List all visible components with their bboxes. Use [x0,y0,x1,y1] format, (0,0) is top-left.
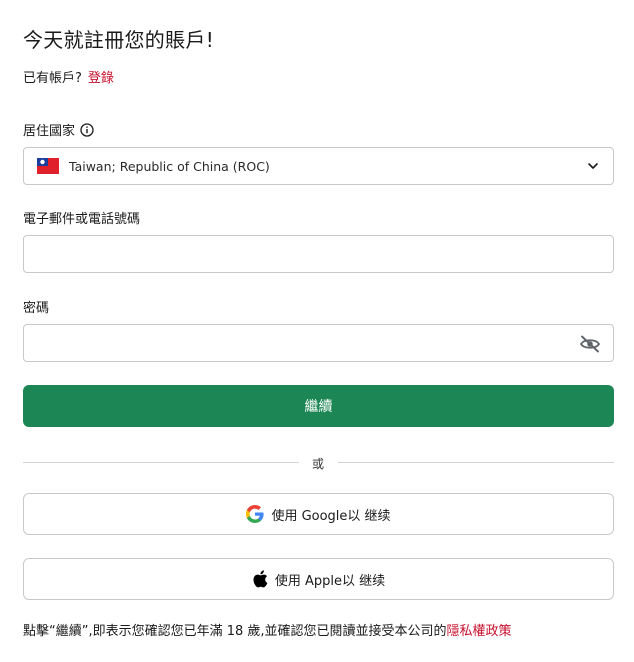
google-icon [246,505,265,523]
password-input[interactable] [24,325,564,361]
contact-label-row: 電子郵件或電話號碼 [23,208,140,227]
apple-signin-label: 使用 Apple以 继续 [274,573,386,589]
continue-button[interactable]: 繼續 [23,385,614,427]
have-account-text: 已有帳戶? [23,71,82,86]
email-or-phone-input[interactable] [23,235,614,273]
eye-slash-icon[interactable] [579,334,601,354]
google-signin-label: 使用 Google以 继续 [271,508,391,524]
privacy-policy-link[interactable]: 隱私權政策 [447,624,512,639]
or-separator: 或 [311,457,324,471]
divider-left [23,462,299,463]
contact-label: 電子郵件或電話號碼 [23,212,141,227]
taiwan-flag-icon [37,158,59,174]
chevron-down-icon [588,163,598,169]
terms-text: 點擊“繼續”,即表示您確認您已年滿 18 歲,並確認您已閱讀並接受本公司的 [23,624,447,639]
login-link[interactable]: 登錄 [88,71,114,86]
country-select[interactable]: Taiwan; Republic of China (ROC) [23,147,614,185]
divider-right [338,462,614,463]
password-label-row: 密碼 [23,297,49,316]
country-value: Taiwan; Republic of China (ROC) [69,158,270,174]
page-title: 今天就註冊您的賬戶! [23,28,215,52]
info-icon[interactable] [80,122,94,137]
apple-signin-button[interactable]: 使用 Apple以 继续 [23,558,614,600]
login-prompt: 已有帳戶? 登錄 [23,67,114,86]
google-signin-button[interactable]: 使用 Google以 继续 [23,493,614,535]
password-label: 密碼 [23,301,50,316]
apple-icon [253,570,268,588]
password-field [23,324,614,362]
country-label: 居住國家 [23,124,76,139]
country-label-row: 居住國家 [23,120,94,139]
terms-notice: 點擊“繼續”,即表示您確認您已年滿 18 歲,並確認您已閱讀並接受本公司的隱私權… [23,620,512,639]
